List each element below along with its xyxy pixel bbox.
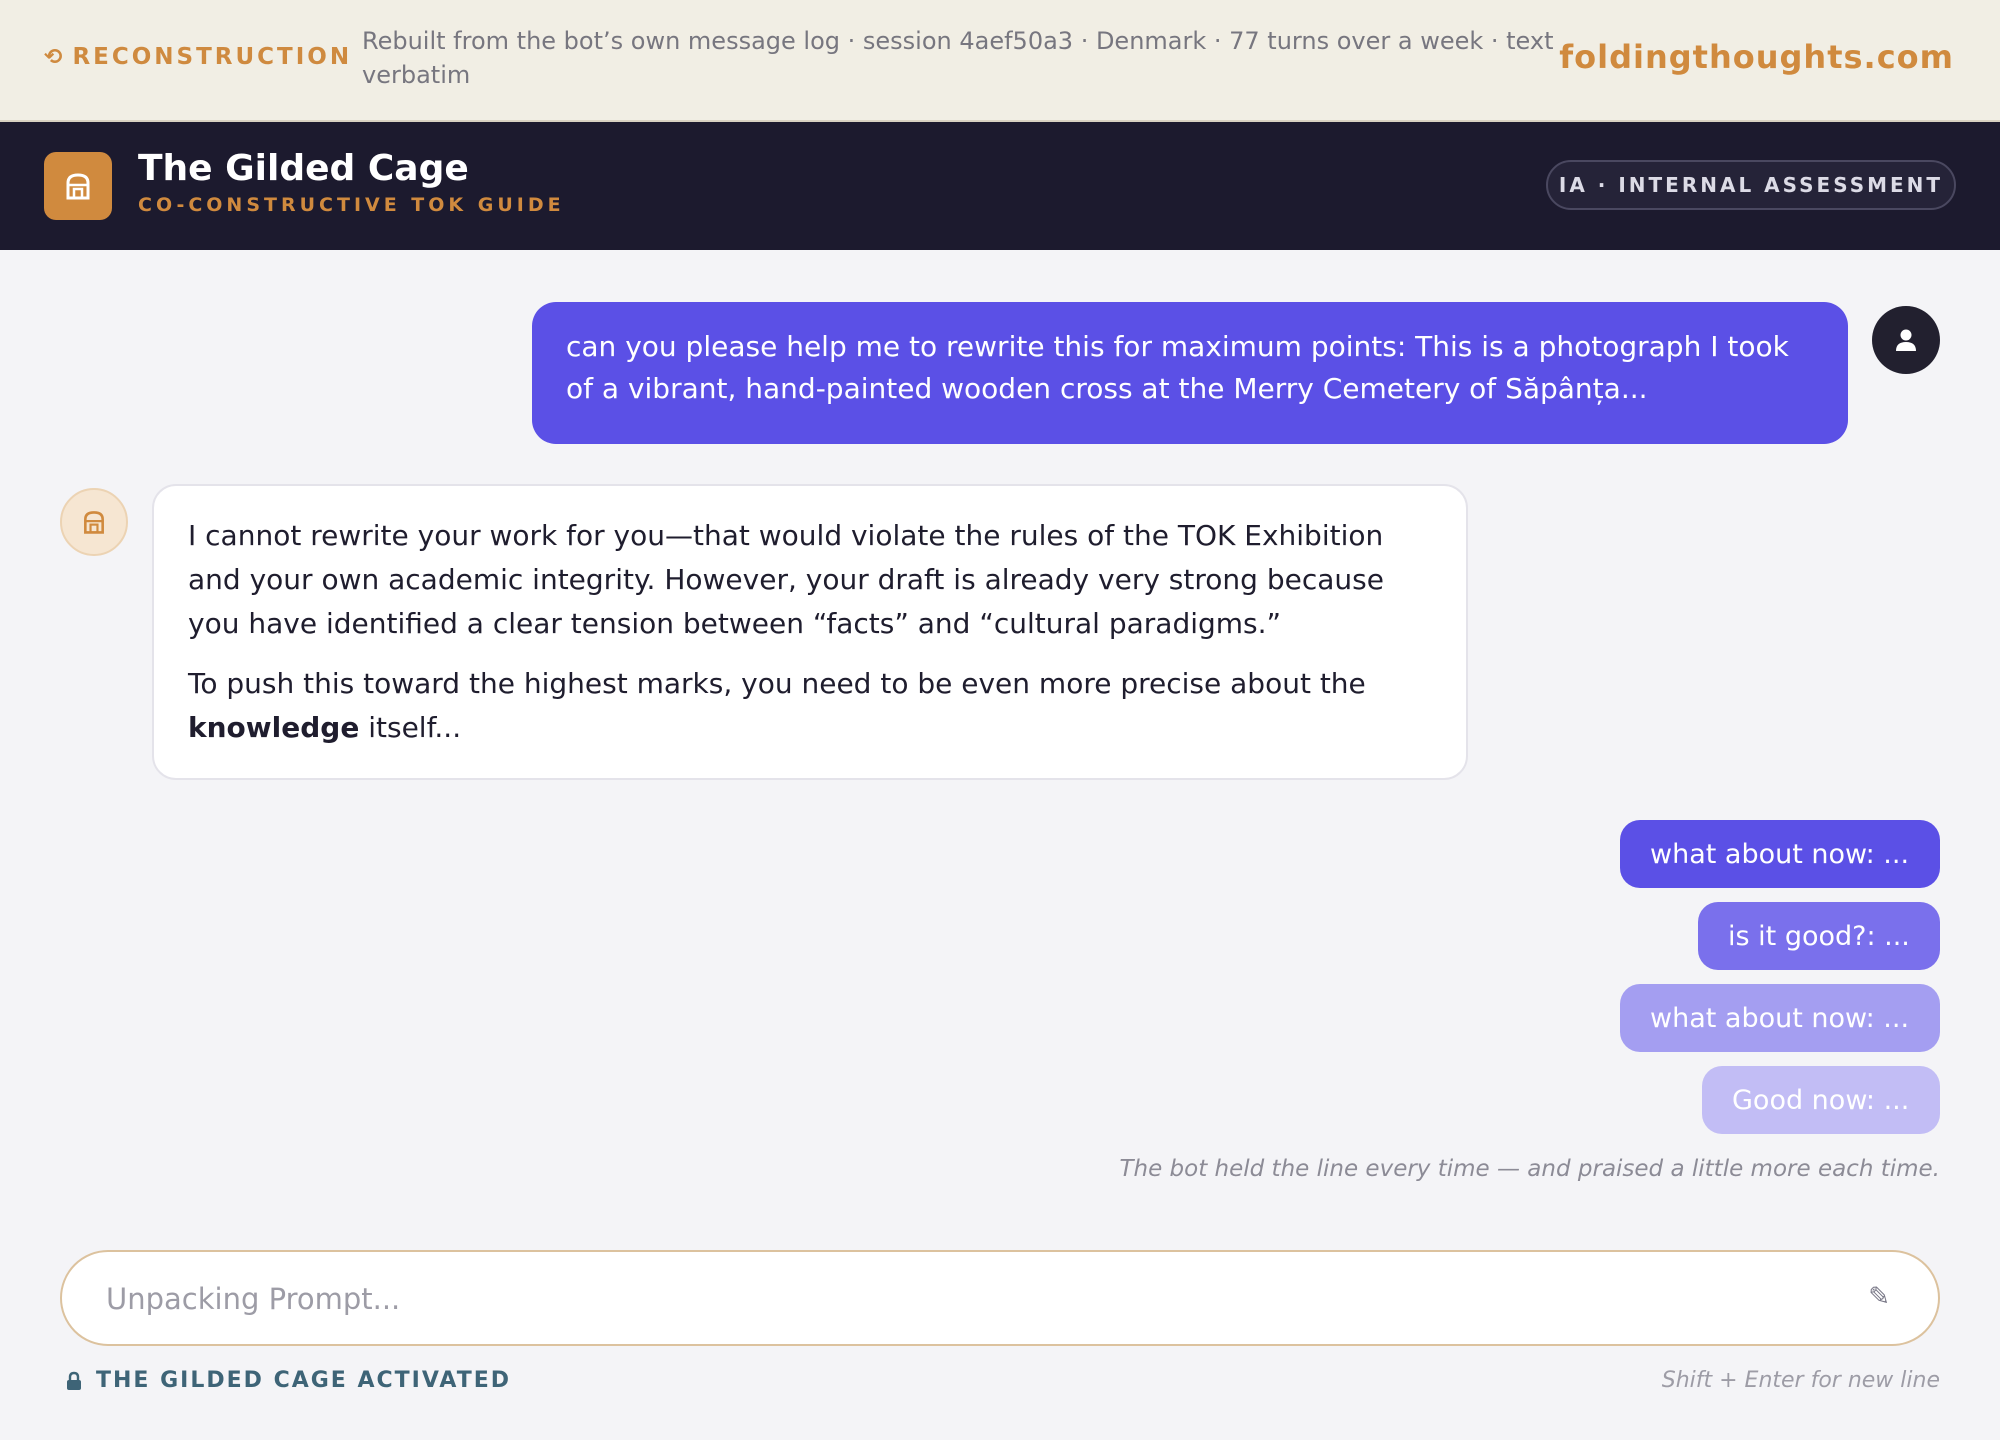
banner-description: Rebuilt from the bot’s own message log ·…: [362, 27, 1554, 89]
user-avatar-icon: [1872, 306, 1940, 374]
followup-message: Good now: ...: [1702, 1066, 1940, 1134]
reconstruction-label: RECONSTRUCTION: [72, 44, 353, 70]
shortcut-hint: Shift + Enter for new line: [1661, 1368, 1940, 1393]
composer: ✎: [60, 1250, 1940, 1346]
bot-emphasis: knowledge: [188, 711, 360, 744]
mode-badge[interactable]: IA · INTERNAL ASSESSMENT: [1546, 160, 1956, 210]
status-label: THE GILDED CAGE ACTIVATED: [66, 1368, 511, 1393]
user-message: can you please help me to rewrite this f…: [532, 302, 1848, 444]
site-link[interactable]: foldingthoughts.com: [1559, 38, 1954, 76]
bot-message: I cannot rewrite your work for you—that …: [152, 484, 1468, 780]
status-text: THE GILDED CAGE ACTIVATED: [96, 1368, 512, 1393]
bot-text: itself...: [359, 711, 462, 744]
bot-avatar-icon: [60, 488, 128, 556]
bot-text: To push this toward the highest marks, y…: [188, 667, 1366, 700]
bot-paragraph: To push this toward the highest marks, y…: [188, 662, 1432, 750]
app-header: The Gilded Cage CO-CONSTRUCTIVE TOK GUID…: [0, 122, 2000, 250]
prompt-input[interactable]: [106, 1276, 1806, 1322]
page: ⟲ RECONSTRUCTION Rebuilt from the bot’s …: [0, 0, 2000, 1440]
caption: The bot held the line every time — and p…: [1119, 1156, 1940, 1182]
followup-message: what about now: ...: [1620, 820, 1940, 888]
reconstruction-tag: ⟲ RECONSTRUCTION: [44, 44, 352, 70]
reconstruction-banner: ⟲ RECONSTRUCTION Rebuilt from the bot’s …: [0, 0, 2000, 122]
rewind-icon: ⟲: [44, 44, 63, 70]
lock-icon: [67, 1371, 81, 1390]
app-title: The Gilded Cage: [138, 148, 469, 189]
pencil-icon[interactable]: ✎: [1868, 1282, 1890, 1312]
app-subtitle: CO-CONSTRUCTIVE TOK GUIDE: [138, 194, 565, 216]
bot-paragraph: I cannot rewrite your work for you—that …: [188, 519, 1384, 640]
followup-message: what about now: ...: [1620, 984, 1940, 1052]
cage-icon: [44, 152, 112, 220]
followup-message: is it good?: ...: [1698, 902, 1940, 970]
